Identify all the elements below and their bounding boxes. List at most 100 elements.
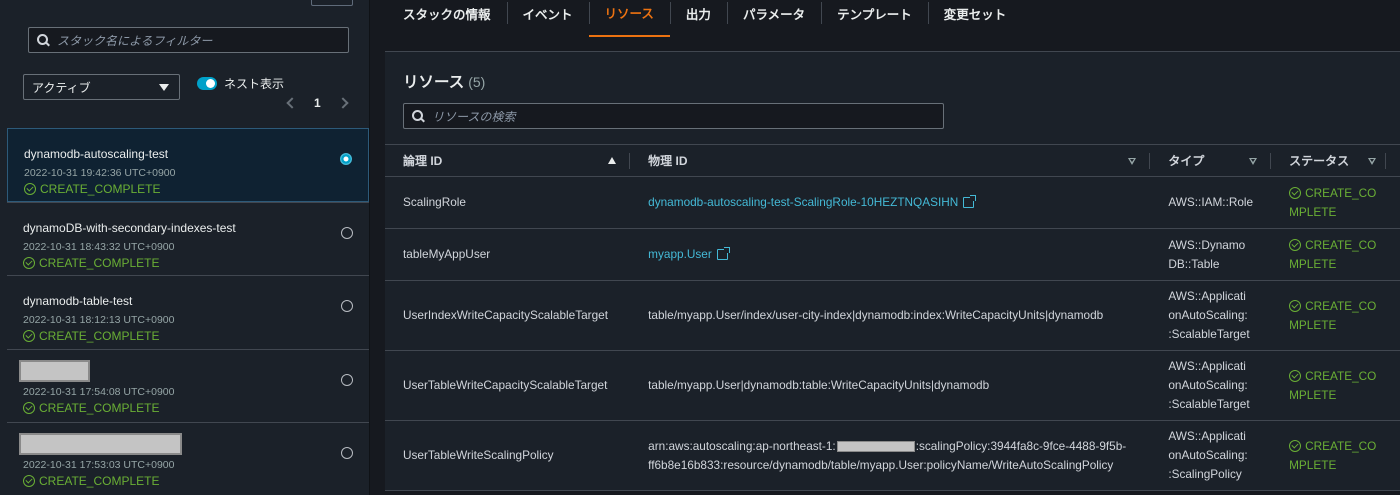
tab-change-sets[interactable]: 変更セット: [927, 0, 1023, 37]
col-logical-id-label: 論理 ID: [403, 154, 443, 168]
type-cell: AWS::Dynamo DB::Table: [1150, 228, 1272, 281]
tab-events[interactable]: イベント: [506, 0, 589, 37]
check-circle-icon: [23, 330, 35, 342]
redacted-account-id: [836, 440, 915, 452]
col-status-label: ステータス: [1289, 154, 1350, 168]
stack-radio[interactable]: [341, 300, 353, 312]
stack-status: CREATE_COMPLETE: [23, 474, 369, 488]
resources-panel: リソース (5) リソースの検索 論理 ID 物理 ID タイプ ステータス Sc…: [385, 51, 1400, 491]
check-circle-icon: [23, 401, 35, 414]
stack-radio[interactable]: [341, 226, 353, 239]
tab-stack-info[interactable]: スタックの情報: [387, 0, 507, 37]
tab-outputs[interactable]: 出力: [669, 0, 727, 37]
stack-item[interactable]: 2022-10-31 17:53:03 UTC+0900 CREATE_COMP…: [7, 422, 369, 495]
check-circle-icon: [1289, 187, 1302, 199]
status-filter-value: アクティブ: [32, 80, 91, 95]
status-cell: CREATE_CO MPLETE: [1271, 228, 1400, 281]
col-physical-id[interactable]: 物理 ID: [630, 144, 1151, 177]
col-status[interactable]: ステータス: [1271, 144, 1400, 177]
table-row: ScalingRole dynamodb-autoscaling-test-Sc…: [385, 176, 1400, 229]
stack-date: 2022-10-31 18:12:13 UTC+0900: [23, 314, 175, 326]
type-text-cont: :ScalingPolicy: [1168, 467, 1242, 481]
nested-view-toggle[interactable]: ネスト表示: [197, 75, 284, 92]
chevron-left-icon[interactable]: [286, 97, 298, 109]
type-text: AWS::Applicati: [1168, 429, 1246, 443]
sort-icon[interactable]: [1368, 158, 1376, 165]
resource-search-placeholder: リソースの検索: [432, 109, 516, 124]
stack-status-text: CREATE_COMPLETE: [40, 182, 161, 196]
external-link-icon: [716, 247, 730, 260]
type-text-cont: :ScalableTarget: [1168, 397, 1250, 411]
status-text-cont: MPLETE: [1289, 317, 1337, 332]
stack-item[interactable]: dynamodb-autoscaling-test 2022-10-31 19:…: [7, 128, 369, 202]
stack-radio[interactable]: [341, 447, 353, 459]
tab-template[interactable]: テンプレート: [821, 0, 928, 37]
stack-date: 2022-10-31 17:54:08 UTC+0900: [23, 385, 175, 398]
physical-id-text: dynamodb-autoscaling-test-ScalingRole-10…: [648, 195, 959, 209]
stack-status-text: CREATE_COMPLETE: [39, 474, 160, 488]
sort-ascending-icon[interactable]: [608, 157, 617, 164]
logical-id-cell: UserTableWriteScalingPolicy: [385, 420, 631, 491]
stack-filter-input[interactable]: スタック名によるフィルター: [28, 27, 349, 53]
caret-down-icon: [159, 83, 169, 91]
table-row: UserIndexWriteCapacityScalableTarget tab…: [385, 280, 1400, 351]
status-cell: CREATE_CO MPLETE: [1271, 350, 1400, 421]
redacted-stack-name: [19, 359, 90, 382]
resources-table: 論理 ID 物理 ID タイプ ステータス ScalingRole dynamo…: [385, 144, 1400, 491]
type-cell: AWS::Applicati onAutoScaling::ScalableTar…: [1150, 350, 1272, 421]
tab-parameters[interactable]: パラメータ: [726, 0, 821, 37]
physical-id-link[interactable]: myapp.User: [648, 245, 730, 264]
physical-id-link[interactable]: dynamodb-autoscaling-test-ScalingRole-10…: [648, 193, 977, 212]
stack-item[interactable]: dynamodb-table-test 2022-10-31 18:12:13 …: [7, 275, 369, 349]
nested-toggle-label: ネスト表示: [224, 77, 285, 91]
stack-name: dynamodb-autoscaling-test: [24, 147, 169, 161]
type-text: AWS::Dynamo: [1168, 237, 1246, 252]
status-text-cont: MPLETE: [1289, 457, 1337, 472]
type-text: AWS::Applicati: [1168, 289, 1246, 303]
stack-detail: スタックの情報 イベント リソース 出力 パラメータ テンプレート 変更セット …: [385, 0, 1400, 495]
stack-date: 2022-10-31 18:43:32 UTC+0900: [23, 240, 175, 253]
tab-resources[interactable]: リソース: [588, 0, 670, 37]
status-text-cont: MPLETE: [1289, 256, 1337, 271]
col-logical-id[interactable]: 論理 ID: [385, 144, 631, 177]
col-type[interactable]: タイプ: [1150, 144, 1272, 177]
stack-status-text: CREATE_COMPLETE: [39, 255, 160, 270]
stack-radio[interactable]: [341, 373, 353, 386]
type-text: AWS::Applicati: [1168, 359, 1246, 373]
status-text: CREATE_CO: [1305, 298, 1377, 313]
resources-count: (5): [468, 74, 486, 90]
logical-id-cell: UserIndexWriteCapacityScalableTarget: [385, 280, 631, 351]
check-circle-icon: [1289, 440, 1302, 452]
logical-id-cell: ScalingRole: [385, 176, 631, 229]
stack-filter-placeholder: スタック名によるフィルター: [57, 33, 213, 48]
chevron-right-icon[interactable]: [337, 97, 349, 109]
physical-id-cell: myapp.User: [630, 228, 1151, 281]
stack-name: dynamodb-table-test: [23, 294, 133, 308]
create-stack-button[interactable]: [311, 0, 353, 6]
pagination: 1: [286, 96, 349, 110]
table-row: UserTableWriteScalingPolicy arn:aws:auto…: [385, 420, 1400, 491]
stack-date: 2022-10-31 19:42:36 UTC+0900: [24, 167, 176, 179]
resource-search-input[interactable]: リソースの検索: [403, 103, 944, 129]
stack-status-text: CREATE_COMPLETE: [39, 329, 160, 343]
status-text: CREATE_CO: [1305, 368, 1377, 383]
stack-status-text: CREATE_COMPLETE: [39, 400, 160, 415]
type-cell: AWS::Applicati onAutoScaling::ScalingPoli…: [1150, 420, 1272, 491]
type-text-cont: onAutoScaling:: [1168, 308, 1248, 322]
page-number[interactable]: 1: [314, 96, 321, 110]
physical-id-text-cont: :scalingPolicy:3944fa8c-9fce-4488-9f5b-: [915, 438, 1127, 453]
col-type-label: タイプ: [1168, 154, 1205, 168]
resources-title: リソース (5): [403, 70, 485, 92]
stack-date: 2022-10-31 17:53:03 UTC+0900: [23, 459, 175, 471]
stack-radio[interactable]: [340, 153, 352, 165]
table-row: UserTableWriteCapacityScalableTarget tab…: [385, 350, 1400, 421]
status-filter-select[interactable]: アクティブ: [23, 74, 180, 100]
sort-icon[interactable]: [1128, 158, 1137, 165]
external-link-icon: [963, 195, 977, 208]
stack-item[interactable]: 2022-10-31 17:54:08 UTC+0900 CREATE_COMP…: [7, 348, 369, 423]
stack-item[interactable]: dynamoDB-with-secondary-indexes-test 202…: [7, 201, 369, 276]
table-row: tableMyAppUser myapp.User AWS::Dynamo DB:…: [385, 228, 1400, 281]
toggle-switch[interactable]: [197, 77, 217, 90]
status-text: CREATE_CO: [1305, 237, 1377, 252]
sort-icon[interactable]: [1249, 158, 1258, 165]
